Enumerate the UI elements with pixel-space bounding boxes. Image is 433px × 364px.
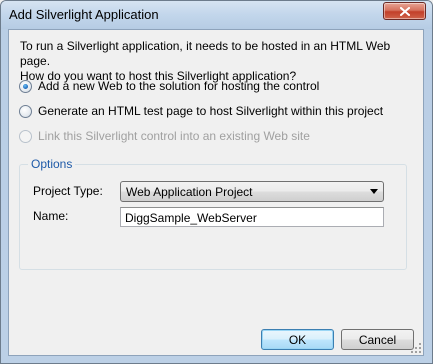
ok-button-label: OK [288, 332, 307, 347]
radio-label: Generate an HTML test page to host Silve… [38, 104, 384, 118]
radio-link-existing-site: Link this Silverlight control into an ex… [19, 128, 310, 144]
dialog-window: Add Silverlight Application To run a Sil… [0, 0, 433, 364]
chevron-down-icon [370, 189, 378, 194]
ok-button[interactable]: OK [261, 329, 334, 350]
name-input-value: DiggSample_WebServer [125, 211, 257, 225]
radio-button-checked-icon[interactable] [19, 79, 32, 93]
project-type-value: Web Application Project [126, 185, 253, 199]
dialog-content: To run a Silverlight application, it nee… [8, 29, 424, 356]
project-type-dropdown[interactable]: Web Application Project [120, 181, 384, 202]
resize-grip-icon[interactable] [410, 342, 422, 354]
cancel-button-label: Cancel [358, 332, 397, 347]
options-group-label: Options [28, 157, 76, 171]
radio-add-new-web[interactable]: Add a new Web to the solution for hostin… [19, 78, 319, 94]
project-type-label: Project Type: [33, 184, 103, 198]
close-button[interactable] [383, 2, 426, 20]
radio-label: Link this Silverlight control into an ex… [38, 129, 310, 143]
title-bar[interactable]: Add Silverlight Application [1, 1, 432, 29]
name-label: Name: [33, 209, 69, 223]
window-title: Add Silverlight Application [9, 7, 159, 22]
cancel-button[interactable]: Cancel [341, 329, 414, 350]
radio-button-icon[interactable] [19, 104, 32, 118]
radio-label: Add a new Web to the solution for hostin… [38, 79, 320, 93]
radio-generate-test-page[interactable]: Generate an HTML test page to host Silve… [19, 103, 383, 119]
name-input[interactable]: DiggSample_WebServer [120, 207, 384, 227]
radio-button-disabled-icon [19, 129, 32, 143]
close-icon [399, 6, 410, 16]
